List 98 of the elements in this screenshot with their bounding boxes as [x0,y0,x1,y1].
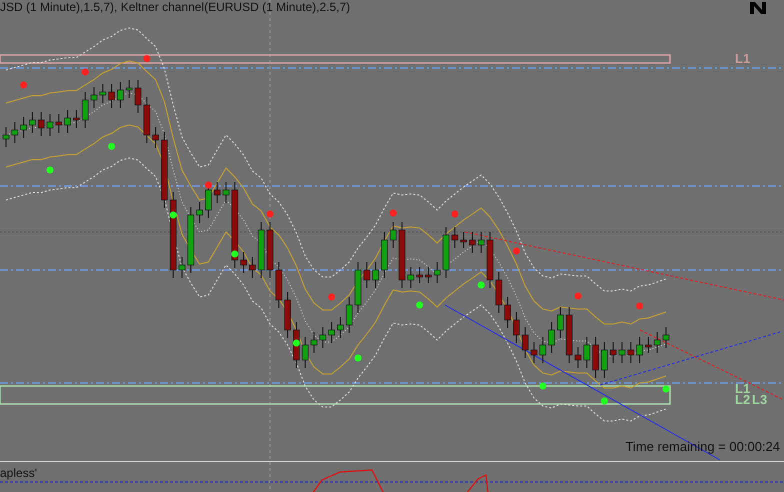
candlestick [372,262,379,288]
signal-dot [636,302,644,310]
signal-dot [231,250,238,258]
candlestick [152,126,159,148]
signal-dot [204,182,212,188]
candlestick [284,292,291,338]
candlestick [408,266,414,288]
candlestick [654,332,660,354]
candlestick [82,92,88,128]
candlestick [178,256,186,278]
candlestick [46,114,54,136]
signal-dot [328,294,336,300]
candlestick [320,326,326,348]
signal-dot [170,212,177,218]
candlestick [73,110,80,128]
signal-dot [574,292,582,300]
signal-dot [416,302,424,308]
candlestick [469,232,476,254]
candlestick [566,306,572,364]
level-label: L3 [752,392,768,407]
candlestick [108,84,115,108]
candlestick [592,336,599,378]
signal-dot [108,142,116,150]
candlestick [584,336,590,368]
candlestick [266,222,274,278]
candlestick [258,222,264,278]
candlestick [618,342,626,364]
candlestick [548,322,555,354]
candlestick [56,114,62,134]
candlestick [276,262,282,308]
candlestick [442,226,450,278]
signal-dot [82,68,89,76]
candlestick [2,126,10,148]
candlestick [610,342,616,364]
candlestick [574,346,582,368]
candlestick [100,84,106,104]
candlestick [117,82,124,108]
candlestick [530,342,538,364]
signal-dot [539,382,546,390]
candlestick [20,116,27,138]
signal-dot [354,354,362,362]
candlestick [64,110,71,134]
signal-dot [451,210,458,218]
candlestick [354,262,362,314]
candlestick [486,232,494,288]
candlestick [425,266,432,284]
candlestick [636,336,643,364]
candlestick [196,202,203,224]
candlestick [504,296,511,328]
candlestick [12,122,18,144]
candlestick [188,206,194,274]
candlestick [601,342,608,378]
candlestick [38,112,44,136]
candlestick [662,326,670,348]
candlestick [249,256,256,278]
candlestick [416,266,423,284]
candlestick [126,80,132,98]
candlestick [310,332,318,354]
candlestick [434,262,440,284]
candlestick [390,222,396,248]
candlestick [381,232,388,278]
signal-dot [390,210,397,216]
candlestick [337,316,344,338]
subwindow-label: apless' [0,466,37,480]
signal-dot [512,248,520,254]
candlestick [398,222,406,288]
candlestick [222,182,230,204]
candlestick [557,306,564,338]
signal-dot [600,398,608,404]
candlestick [645,336,652,354]
indicator-header: JSD (1 Minute),1.5,7), Keltner channel(EURUSD (1 Minute),2.5,7) [0,0,350,14]
candlestick [628,342,634,364]
candlestick [478,232,484,254]
candlestick [452,226,458,248]
candlestick [346,296,352,334]
candlestick [540,336,546,364]
candlestick [460,232,467,248]
candlestick [240,252,247,274]
candlestick [214,182,220,204]
candlestick [513,312,520,344]
candlestick [496,272,502,314]
candlestick [364,262,370,288]
signal-dot [46,166,54,174]
signal-dot [143,55,150,62]
north-icon [750,2,766,14]
candlestick [302,336,308,368]
level-label: L1 [735,51,750,66]
candlestick [522,326,528,358]
signal-dot [266,210,274,218]
candlestick [134,80,142,114]
signal-dot [20,82,28,88]
signal-dot [292,340,300,346]
candlestick [29,112,36,134]
candlestick [90,86,98,108]
signal-dot [478,282,485,288]
candlestick [144,96,150,144]
candlestick [328,322,335,344]
signal-dot [662,386,670,392]
